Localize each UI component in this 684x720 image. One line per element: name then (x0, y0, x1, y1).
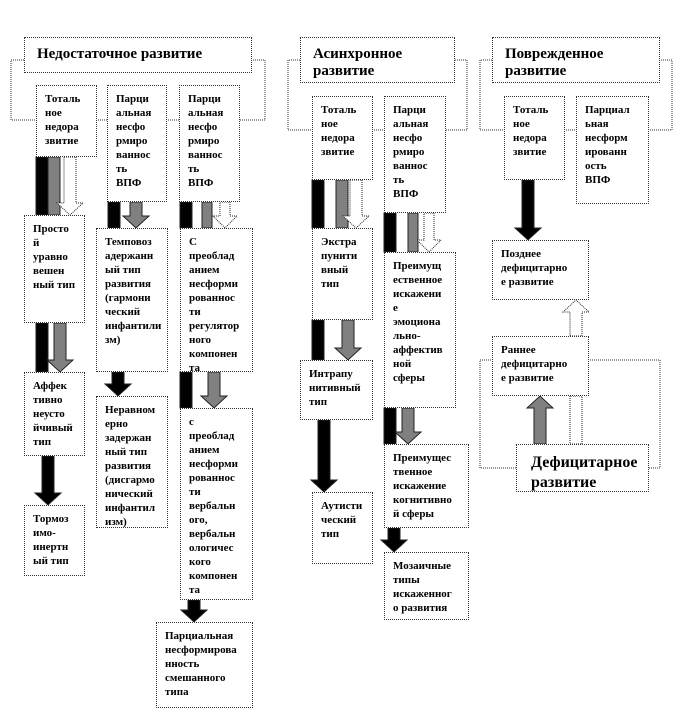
gray-arrow-down-icon (199, 371, 229, 409)
black-arrow-down-icon (179, 599, 209, 623)
black-arrow-down-icon (107, 201, 121, 229)
black-arrow-down-icon (35, 156, 49, 216)
box-affective-type: Аффек тивно неусто йчивый тип (24, 372, 85, 456)
black-arrow-down-icon (311, 319, 325, 361)
box-verbal-type: с преоблад анием несформи рованнос ти ве… (180, 408, 253, 600)
box-insufficient-total: Тоталь ное недора звитие (36, 85, 97, 157)
box-autistic-type: Аутисти ческий тип (312, 492, 373, 564)
box-intrapunitive-type: Интрапу нитивный тип (300, 360, 373, 420)
box-deficit-development: Дефицитарное развитие (516, 444, 649, 492)
white-arrow-down-icon (415, 212, 443, 253)
box-simple-type: Просто й уравно вешен ный тип (24, 215, 85, 323)
box-extrapunitive-type: Экстра пунити вный тип (312, 228, 373, 320)
gray-arrow-up-icon (525, 395, 555, 445)
black-arrow-down-icon (35, 322, 49, 373)
black-arrow-down-icon (179, 201, 193, 229)
box-damaged-total: Тоталь ное недора звитие (504, 96, 565, 180)
white-arrow-up-icon (561, 299, 591, 337)
box-cognitive-distortion: Преимущес твенное искажение когнитивно й… (384, 444, 469, 528)
black-arrow-down-icon (103, 371, 133, 397)
gray-arrow-down-icon (333, 319, 363, 361)
box-mixed-type: Парциальная несформирова нность смешанно… (156, 622, 253, 708)
box-tempo-delayed-type: Темповоз адержанн ый тип развития (гармо… (96, 228, 168, 372)
box-asynchronous-total: Тоталь ное недора звитие (312, 96, 373, 180)
black-arrow-down-icon (33, 455, 63, 506)
black-arrow-down-icon (309, 419, 339, 493)
header-damaged-development: Поврежденное развитие (492, 37, 660, 83)
black-arrow-down-icon (311, 179, 325, 229)
gray-arrow-down-icon (335, 179, 349, 229)
gray-arrow-down-icon (45, 322, 75, 373)
gray-arrow-down-icon (121, 201, 151, 229)
box-early-deficit: Раннее дефицитарно е развитие (492, 336, 589, 396)
box-inhibited-type: Тормоз имо- инертн ый тип (24, 505, 85, 576)
gray-arrow-down-icon (393, 407, 423, 445)
development-types-diagram: Недостаточное развитие Тоталь ное недора… (0, 0, 684, 720)
gray-arrow-down-icon (407, 212, 419, 253)
black-arrow-down-icon (513, 179, 543, 241)
box-uneven-delayed-type: Неравном ерно задержан ный тип развития … (96, 396, 168, 528)
gray-arrow-down-icon (47, 156, 61, 216)
black-arrow-down-icon (383, 407, 397, 445)
white-arrow-up-icon (569, 395, 583, 445)
box-mosaic-types: Мозаичные типы искаженног о развития (384, 552, 469, 620)
black-arrow-down-icon (379, 527, 409, 553)
white-arrow-down-icon (211, 201, 239, 229)
box-regulatory-type: С преоблад анием несформи рованнос ти ре… (180, 228, 253, 374)
box-late-deficit: Позднее дефицитарно е развитие (492, 240, 589, 300)
black-arrow-down-icon (383, 212, 397, 253)
header-insufficient-development: Недостаточное развитие (24, 37, 252, 73)
black-arrow-down-icon (179, 371, 193, 409)
box-insufficient-partial-a: Парци альная несфо рмиро ваннос ть ВПФ (107, 85, 167, 202)
header-asynchronous-development: Асинхронное развитие (300, 37, 455, 83)
box-insufficient-partial-b: Парци альная несфо рмиро ваннос ть ВПФ (179, 85, 240, 202)
box-asynchronous-partial: Парци альная несфо рмиро ваннос ть ВПФ (384, 96, 446, 213)
gray-arrow-down-icon (201, 201, 213, 229)
box-emotional-distortion: Преимущ ественное искажени е эмоциона ль… (384, 252, 456, 408)
box-damaged-partial: Парциал ьная несформ ированн ость ВПФ (576, 96, 649, 204)
white-arrow-down-icon (55, 156, 85, 216)
